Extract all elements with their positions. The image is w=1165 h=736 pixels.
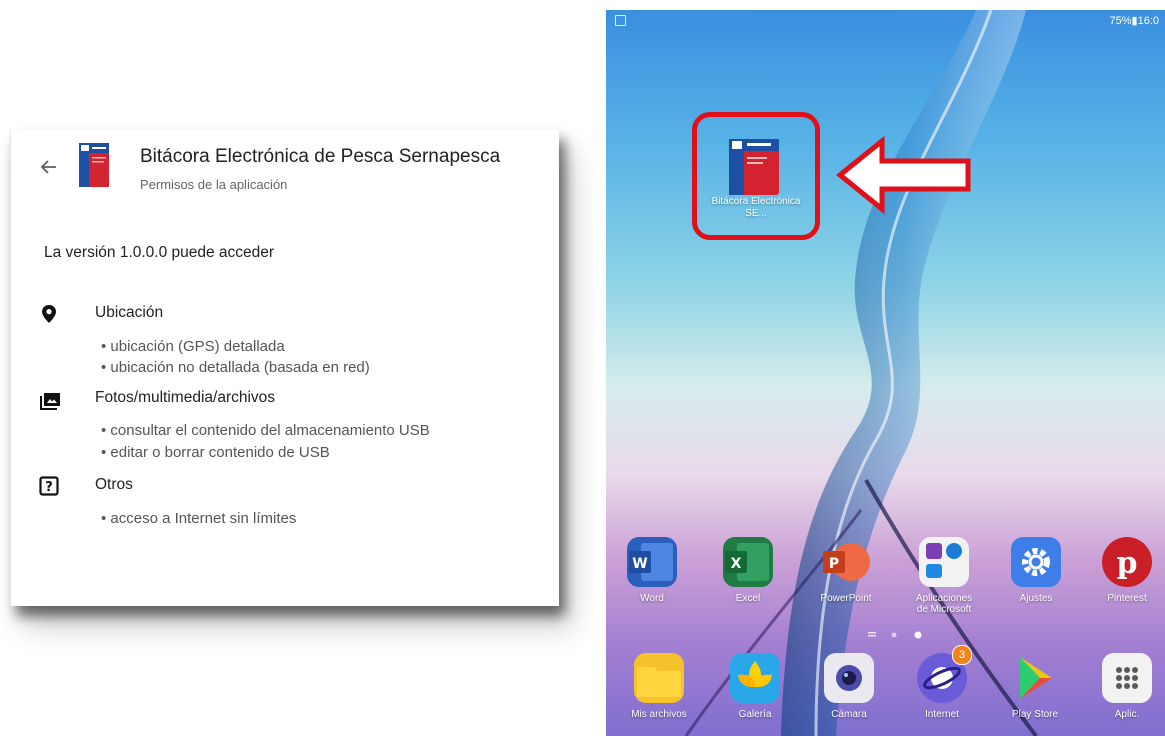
apps-drawer-app[interactable]: Aplic. bbox=[1094, 653, 1160, 720]
photos-folder-icon bbox=[39, 390, 60, 410]
excel-icon: X bbox=[723, 537, 773, 587]
permissions-header: Bitácora Electrónica de Pesca Sernapesca… bbox=[11, 130, 559, 200]
highlight-box bbox=[692, 112, 820, 240]
app-label: Pinterest bbox=[1107, 593, 1147, 604]
permission-item: • ubicación no detallada (basada en red) bbox=[101, 359, 370, 376]
group-title-photos: Fotos/multimedia/archivos bbox=[95, 389, 276, 406]
notification-icon bbox=[615, 15, 626, 26]
powerpoint-icon: P bbox=[821, 537, 871, 587]
notification-badge: 3 bbox=[952, 645, 972, 665]
app-label: Galería bbox=[738, 709, 772, 720]
group-title-others: Otros bbox=[95, 476, 133, 493]
app-label: Ajustes bbox=[1019, 593, 1053, 604]
svg-text:X: X bbox=[731, 556, 742, 572]
permission-item: • acceso a Internet sin límites bbox=[101, 510, 297, 527]
app-label: Aplic. bbox=[1114, 709, 1140, 720]
microsoft-folder-icon bbox=[919, 537, 969, 587]
back-arrow-icon[interactable] bbox=[38, 156, 60, 178]
powerpoint-app[interactable]: P PowerPoint bbox=[813, 537, 879, 604]
question-box-icon: ? bbox=[39, 476, 59, 496]
permission-item: • ubicación (GPS) detallada bbox=[101, 338, 285, 355]
permissions-card: Bitácora Electrónica de Pesca Sernapesca… bbox=[10, 130, 559, 606]
gear-icon bbox=[1011, 537, 1061, 587]
gallery-app[interactable]: Galería bbox=[722, 653, 788, 720]
permissions-subtitle: Permisos de la aplicación bbox=[140, 177, 288, 192]
app-label: Play Store bbox=[1011, 709, 1059, 720]
app-label: PowerPoint bbox=[820, 593, 872, 604]
play-store-icon bbox=[1010, 653, 1060, 703]
app-label: Internet bbox=[925, 709, 959, 720]
app-logo-icon bbox=[79, 143, 109, 187]
app-label: Mis archivos bbox=[631, 709, 687, 720]
pinterest-icon: p bbox=[1102, 537, 1152, 587]
status-bar: 75%▮16:0 bbox=[606, 10, 1165, 30]
left-arrow-annotation-icon bbox=[836, 135, 971, 215]
microsoft-folder-app[interactable]: Aplicaciones de Microsoft bbox=[911, 537, 977, 615]
app-title: Bitácora Electrónica de Pesca Sernapesca bbox=[140, 146, 501, 167]
camera-icon bbox=[824, 653, 874, 703]
camera-app[interactable]: Cámara bbox=[816, 653, 882, 720]
status-right: 75%▮16:0 bbox=[1109, 15, 1159, 27]
app-label: Word bbox=[640, 593, 664, 604]
internet-planet-icon: 3 bbox=[917, 645, 972, 703]
version-text: La versión 1.0.0.0 puede acceder bbox=[44, 244, 275, 261]
app-label: Excel bbox=[735, 593, 761, 604]
svg-text:?: ? bbox=[45, 480, 53, 495]
wallpaper-wave bbox=[684, 10, 1038, 736]
excel-app[interactable]: X Excel bbox=[715, 537, 781, 604]
location-pin-icon bbox=[39, 304, 59, 324]
page-indicator[interactable] bbox=[868, 630, 928, 640]
svg-text:W: W bbox=[632, 556, 647, 572]
word-icon: W bbox=[627, 537, 677, 587]
folder-icon bbox=[634, 653, 684, 703]
group-title-location: Ubicación bbox=[95, 304, 164, 321]
settings-app[interactable]: Ajustes bbox=[1003, 537, 1069, 604]
permission-item: • editar o borrar contenido de USB bbox=[101, 444, 330, 461]
gallery-flower-icon bbox=[730, 653, 780, 703]
pinterest-app[interactable]: p Pinterest bbox=[1094, 537, 1160, 604]
word-app[interactable]: W Word bbox=[619, 537, 685, 604]
app-label: Aplicaciones de Microsoft bbox=[915, 593, 973, 615]
tablet-home-screen: 75%▮16:0 Bitácora Electrónica SE... W Wo… bbox=[606, 10, 1165, 736]
my-files-app[interactable]: Mis archivos bbox=[626, 653, 692, 720]
permission-item: • consultar el contenido del almacenamie… bbox=[101, 422, 430, 439]
app-label: Cámara bbox=[831, 709, 867, 720]
apps-grid-icon bbox=[1102, 653, 1152, 703]
play-store-app[interactable]: Play Store bbox=[1002, 653, 1068, 720]
svg-text:p: p bbox=[1117, 546, 1138, 581]
svg-text:P: P bbox=[829, 556, 839, 572]
internet-app[interactable]: 3 Internet bbox=[909, 645, 975, 720]
